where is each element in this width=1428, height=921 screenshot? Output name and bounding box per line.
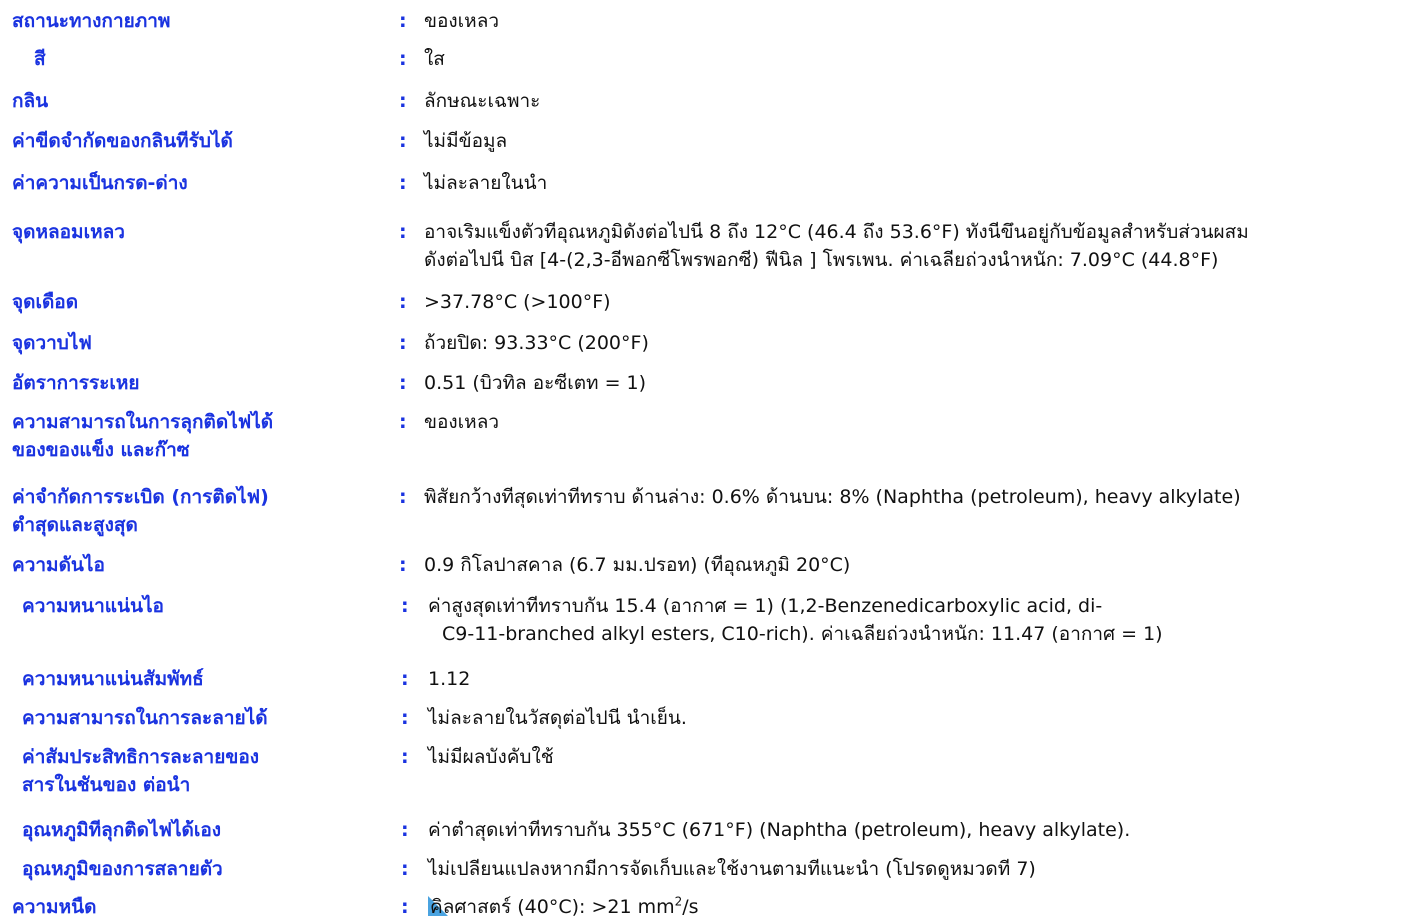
property-value: 1.12 — [428, 668, 471, 690]
value-line: ค่าสูงสุดเท่าทีทราบกัน 15.4 (อากาศ = 1) … — [428, 595, 1103, 617]
property-value: ไม่ละลายในนํา — [424, 172, 548, 194]
colon: : — [399, 486, 407, 508]
property-value: ใส — [424, 48, 445, 70]
colon: : — [401, 819, 409, 841]
label-line: ตําสุดและสูงสุด — [12, 514, 138, 536]
property-label: ความหนืด — [12, 896, 97, 918]
property-label: ความหนาแน่นสัมพัทธ์ — [22, 668, 204, 690]
property-value: ไม่ละลายในวัสดุต่อไปนี นําเย็น. — [428, 707, 687, 729]
property-label: สี — [34, 48, 46, 70]
property-value: ถ้วยปิด: 93.33°C (200°F) — [424, 332, 649, 354]
property-label: อุณหภูมิทีลุกติดไฟได้เอง — [22, 819, 222, 841]
property-label: ความหนาแน่นไอ — [22, 595, 164, 617]
value-main: ลศาสตร์ (40°C): >21 mm — [442, 896, 675, 918]
colon: : — [399, 90, 407, 112]
label-line: สารในชันของ ต่อนํา — [22, 774, 191, 796]
property-value: ลักษณะเฉพาะ — [424, 90, 541, 112]
property-value: ไม่มีข้อมูล — [424, 130, 508, 152]
label-line: ค่าสัมประสิทธิการละลายของ — [22, 746, 260, 768]
colon: : — [399, 372, 407, 394]
colon: : — [401, 858, 409, 880]
property-value: พิสัยกว้างทีสุดเท่าทีทราบ ด้านล่าง: 0.6%… — [424, 486, 1241, 508]
property-value: ของเหลว — [424, 411, 500, 433]
colon: : — [401, 668, 409, 690]
colon: : — [401, 707, 409, 729]
label-line: ความสามารถในการลุกติดไฟได้ — [12, 411, 274, 433]
value-line: ดังต่อไปนี บิส [4-(2,3-อีพอกซีโพรพอกซี) … — [424, 249, 1219, 271]
property-label: กลิน — [12, 90, 49, 112]
property-value: ไม่มีผลบังคับใช้ — [428, 746, 554, 768]
property-label: ค่าขีดจํากัดของกลินทีรับได้ — [12, 130, 233, 152]
label-line: ค่าจํากัดการระเบิด (การติดไฟ) — [12, 486, 269, 508]
property-label: ค่าจํากัดการระเบิด (การติดไฟ) ตําสุดและส… — [12, 483, 269, 539]
colon: : — [399, 130, 407, 152]
property-value: อาจเริมแข็งตัวทีอุณหภูมิดังต่อไปนี 8 ถึง… — [424, 218, 1249, 274]
colon: : — [399, 332, 407, 354]
property-label: ค่าสัมประสิทธิการละลายของ สารในชันของ ต่… — [22, 743, 259, 799]
property-value: >37.78°C (>100°F) — [424, 291, 611, 313]
property-value: คิลศาสตร์ (40°C): >21 mm2/s — [428, 893, 699, 921]
colon: : — [399, 48, 407, 70]
property-label: ความสามารถในการลุกติดไฟได้ ของของแข็ง แล… — [12, 408, 273, 464]
colon: : — [399, 10, 407, 32]
colon: : — [401, 595, 409, 617]
property-label: จุดหลอมเหลว — [12, 221, 125, 243]
colon: : — [399, 411, 407, 433]
property-value: ไม่เปลียนแปลงหากมีการจัดเก็บและใช้งานตาม… — [428, 858, 1036, 880]
colon: : — [399, 291, 407, 313]
colon: : — [399, 554, 407, 576]
property-value: ค่าสูงสุดเท่าทีทราบกัน 15.4 (อากาศ = 1) … — [428, 592, 1163, 648]
colon: : — [399, 221, 407, 243]
property-value: ของเหลว — [424, 10, 500, 32]
label-line: ของของแข็ง และก๊าซ — [12, 439, 190, 461]
colon: : — [401, 896, 409, 918]
property-label: ความดันไอ — [12, 554, 105, 576]
value-prefix: คิ — [430, 896, 443, 918]
property-value: ค่าตําสุดเท่าทีทราบกัน 355°C (671°F) (Na… — [428, 819, 1131, 841]
property-label: ความสามารถในการละลายได้ — [22, 707, 268, 729]
properties-table: สถานะทางกายภาพ : ของเหลว สี : ใส กลิน : … — [0, 0, 1428, 920]
property-label: ค่าความเป็นกรด-ด่าง — [12, 172, 188, 194]
property-label: จุดวาบไฟ — [12, 332, 92, 354]
property-label: จุดเดือด — [12, 291, 79, 313]
colon: : — [399, 172, 407, 194]
property-label: อัตราการระเหย — [12, 372, 140, 394]
property-label: สถานะทางกายภาพ — [12, 10, 171, 32]
colon: : — [401, 746, 409, 768]
value-line: อาจเริมแข็งตัวทีอุณหภูมิดังต่อไปนี 8 ถึง… — [424, 221, 1249, 243]
property-value: 0.51 (บิวทิล อะซีเตท = 1) — [424, 372, 647, 394]
value-line: C9-11-branched alkyl esters, C10-rich). … — [442, 623, 1163, 645]
property-value: 0.9 กิโลปาสคาล (6.7 มม.ปรอท) (ทีอุณหภูมิ… — [424, 554, 851, 576]
value-suffix: /s — [682, 896, 699, 918]
property-label: อุณหภูมิของการสลายตัว — [22, 858, 223, 880]
